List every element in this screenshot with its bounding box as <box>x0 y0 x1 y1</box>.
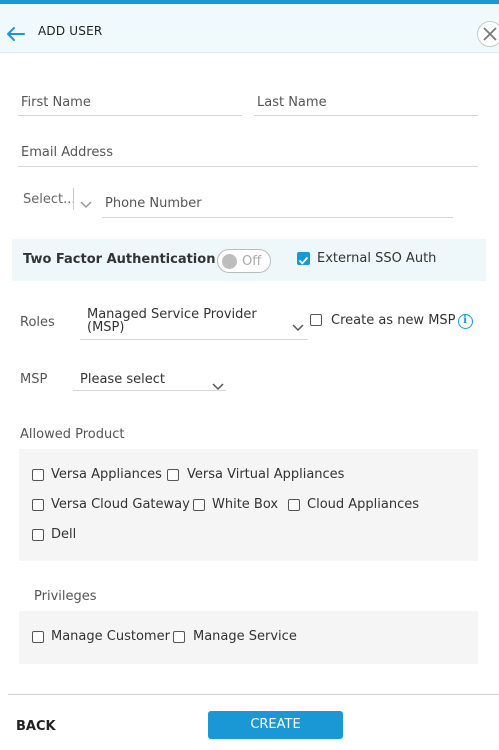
privilege-label-manage-customer: Manage Customer <box>51 629 170 644</box>
first-name-placeholder: First Name <box>21 95 91 110</box>
email-field[interactable]: Email Address <box>18 142 478 167</box>
roles-label: Roles <box>20 315 55 330</box>
toggle-state-label: Off <box>242 254 262 269</box>
external-sso-label: External SSO Auth <box>317 251 437 266</box>
product-checkbox-versa-appliances[interactable] <box>32 469 44 481</box>
select-divider <box>73 188 74 210</box>
close-icon <box>483 27 497 41</box>
product-label-versa-appliances: Versa Appliances <box>51 467 162 482</box>
external-sso-checkbox[interactable] <box>297 252 310 265</box>
msp-select[interactable]: Please select <box>73 368 226 391</box>
product-checkbox-versa-virtual-appliances[interactable] <box>167 469 179 481</box>
allowed-product-panel: Versa Appliances Versa Virtual Appliance… <box>19 449 478 561</box>
product-label-dell: Dell <box>51 527 77 542</box>
dialog-header: ADD USER <box>0 4 499 53</box>
privilege-checkbox-manage-customer[interactable] <box>32 631 44 643</box>
product-checkbox-white-box[interactable] <box>193 499 205 511</box>
close-button[interactable] <box>477 21 499 47</box>
two-factor-toggle[interactable]: Off <box>217 249 271 273</box>
info-icon[interactable]: i <box>458 314 473 329</box>
product-label-versa-virtual-appliances: Versa Virtual Appliances <box>187 467 345 482</box>
country-code-placeholder: Select... <box>23 192 76 207</box>
back-button[interactable]: BACK <box>16 719 56 734</box>
product-label-versa-cloud-gateway: Versa Cloud Gateway <box>51 497 190 512</box>
country-code-select[interactable]: Select... <box>20 186 100 216</box>
two-factor-label: Two Factor Authentication <box>23 252 216 267</box>
create-new-msp-label: Create as new MSP <box>331 313 456 328</box>
footer-divider <box>8 694 499 695</box>
two-factor-row: Two Factor Authentication Off External S… <box>12 239 486 281</box>
product-checkbox-dell[interactable] <box>32 529 44 541</box>
msp-selected-value: Please select <box>80 372 165 387</box>
privilege-checkbox-manage-service[interactable] <box>173 631 185 643</box>
phone-placeholder: Phone Number <box>105 196 202 211</box>
last-name-placeholder: Last Name <box>257 95 327 110</box>
create-new-msp-checkbox[interactable] <box>310 314 322 326</box>
toggle-knob <box>222 254 237 269</box>
product-label-white-box: White Box <box>212 497 279 512</box>
product-checkbox-versa-cloud-gateway[interactable] <box>32 499 44 511</box>
product-label-cloud-appliances: Cloud Appliances <box>307 497 420 512</box>
roles-select[interactable]: Managed Service Provider (MSP) <box>80 306 308 340</box>
chevron-down-icon <box>80 194 92 213</box>
first-name-field[interactable]: First Name <box>18 92 242 116</box>
last-name-field[interactable]: Last Name <box>254 92 478 116</box>
checkmark-icon <box>298 256 309 265</box>
product-checkbox-cloud-appliances[interactable] <box>288 499 300 511</box>
allowed-product-label: Allowed Product <box>20 427 125 442</box>
page-title: ADD USER <box>38 24 103 38</box>
create-button[interactable]: CREATE <box>208 711 343 739</box>
msp-label: MSP <box>20 372 48 387</box>
privilege-label-manage-service: Manage Service <box>193 629 297 644</box>
chevron-down-icon <box>292 317 304 336</box>
chevron-down-icon <box>212 376 224 395</box>
phone-number-field[interactable]: Phone Number <box>102 193 453 218</box>
email-placeholder: Email Address <box>21 145 113 160</box>
roles-selected-line2: (MSP) <box>87 320 125 335</box>
back-arrow-icon[interactable] <box>6 26 26 44</box>
privileges-label: Privileges <box>34 589 97 604</box>
privileges-panel: Manage Customer Manage Service <box>19 611 478 664</box>
